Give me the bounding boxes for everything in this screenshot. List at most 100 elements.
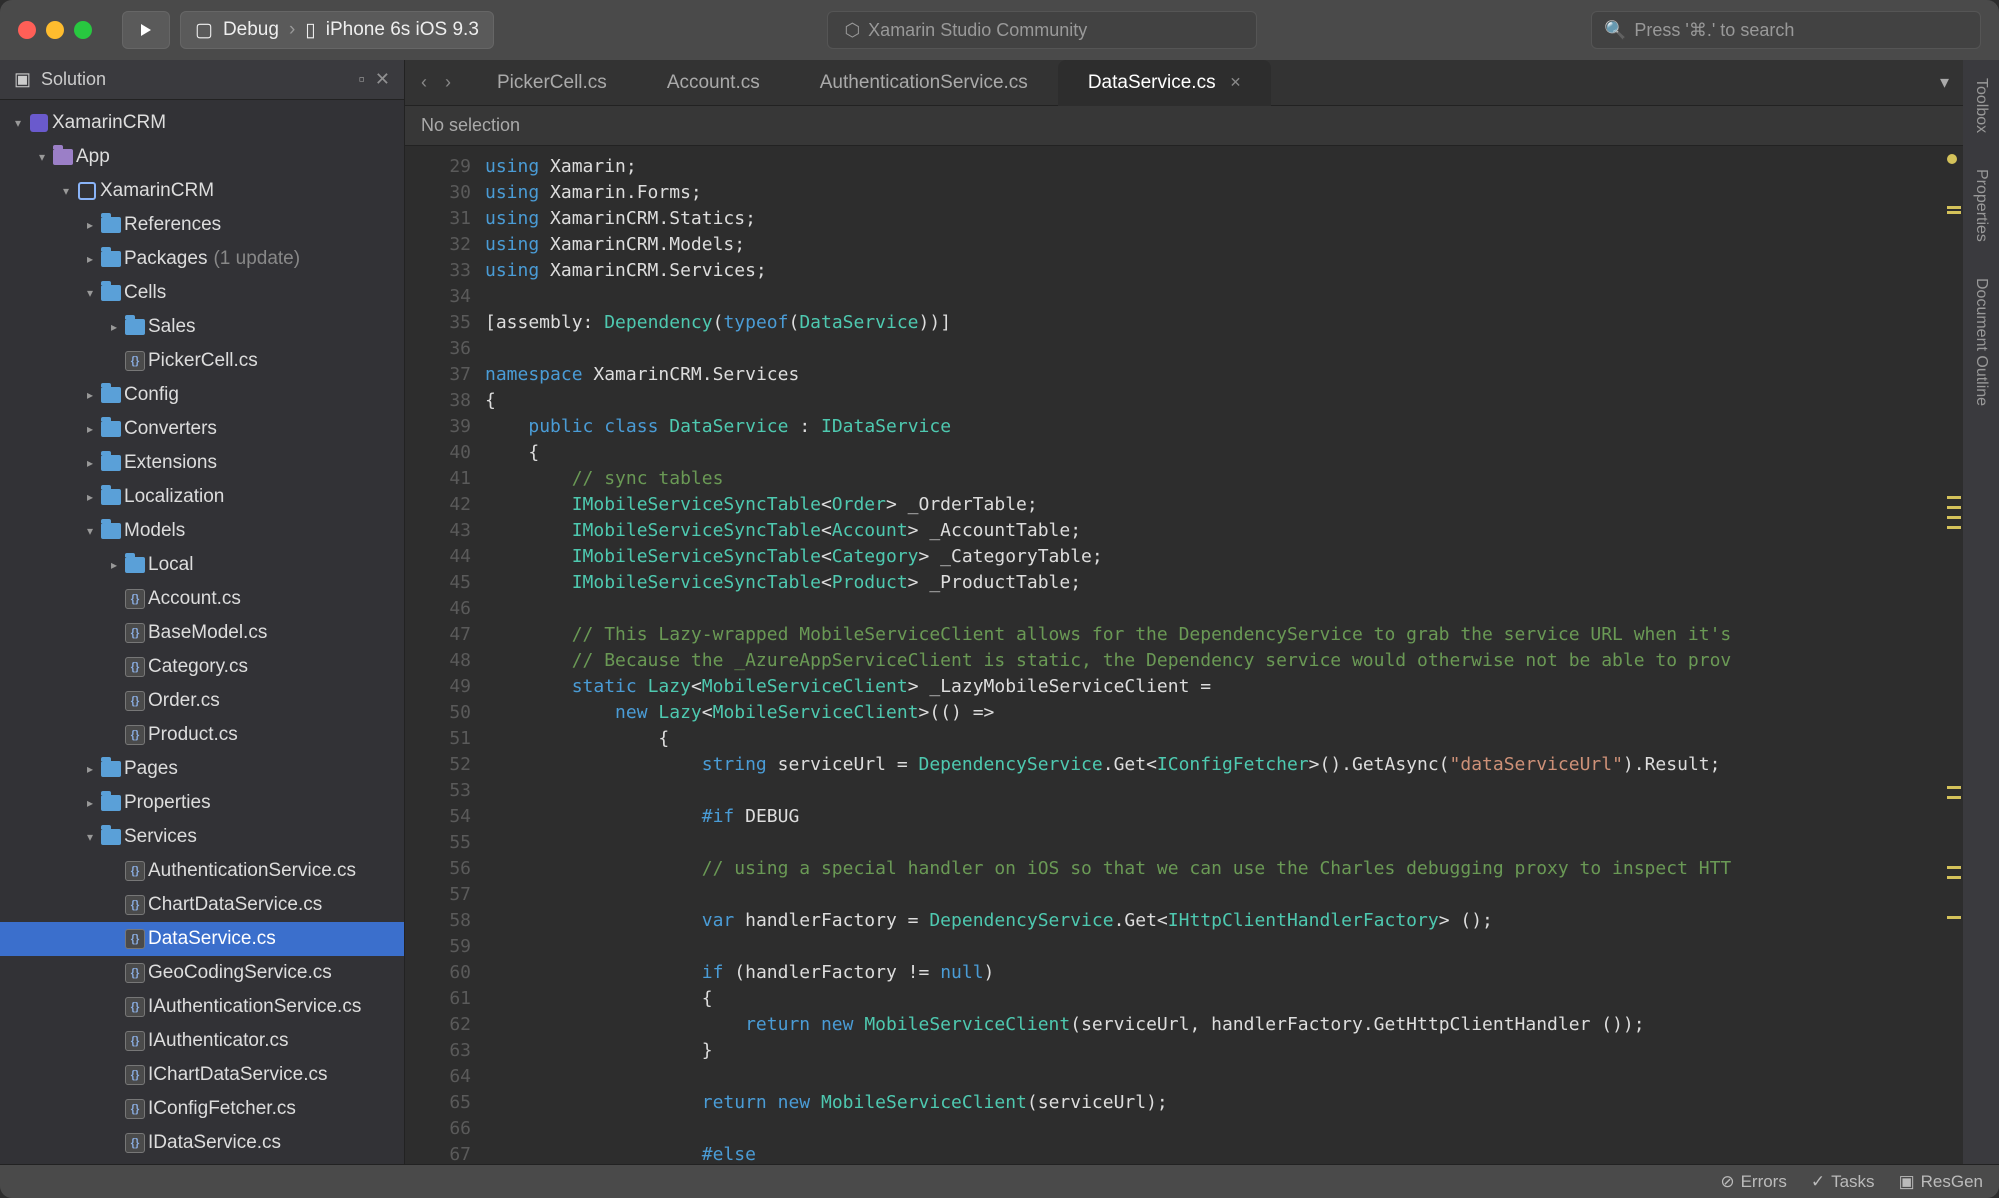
- tab-account-cs[interactable]: Account.cs: [637, 60, 790, 106]
- status-resgen[interactable]: ▣ ResGen: [1899, 1172, 1983, 1192]
- tree-item-ichartdataservice-cs[interactable]: {}IChartDataService.cs: [0, 1058, 404, 1092]
- tree-item-iauthenticationservice-cs[interactable]: {}IAuthenticationService.cs: [0, 990, 404, 1024]
- tree-item-label: Local: [148, 554, 193, 576]
- csharp-file-icon: {}: [122, 1099, 148, 1119]
- chevron-down-icon[interactable]: ▾: [82, 830, 98, 844]
- tab-overflow-button[interactable]: ▾: [1926, 72, 1963, 93]
- tree-item-label: IConfigFetcher.cs: [148, 1098, 296, 1120]
- tree-item-label: BaseModel.cs: [148, 622, 267, 644]
- device-label: iPhone 6s iOS 9.3: [326, 19, 479, 41]
- tree-item-label: Pages: [124, 758, 178, 780]
- close-window-button[interactable]: [18, 21, 36, 39]
- chevron-right-icon[interactable]: ▸: [106, 320, 122, 334]
- dock-properties[interactable]: Properties: [1972, 161, 1990, 250]
- chevron-down-icon[interactable]: ▾: [82, 286, 98, 300]
- tree-item-basemodel-cs[interactable]: {}BaseModel.cs: [0, 616, 404, 650]
- tree-item-category-cs[interactable]: {}Category.cs: [0, 650, 404, 684]
- tab-pickercell-cs[interactable]: PickerCell.cs: [467, 60, 637, 106]
- tree-item-iauthenticator-cs[interactable]: {}IAuthenticator.cs: [0, 1024, 404, 1058]
- close-tab-icon[interactable]: ✕: [1230, 74, 1242, 91]
- chevron-right-icon[interactable]: ▸: [106, 558, 122, 572]
- solution-tree[interactable]: ▾XamarinCRM▾App▾XamarinCRM▸References▸Pa…: [0, 100, 404, 1164]
- tree-item-converters[interactable]: ▸Converters: [0, 412, 404, 446]
- chevron-down-icon[interactable]: ▾: [82, 524, 98, 538]
- chevron-right-icon[interactable]: ▸: [82, 252, 98, 266]
- sidebar-header: ▣ Solution ▫ ✕: [0, 60, 404, 100]
- tree-item-models[interactable]: ▾ Models: [0, 514, 404, 548]
- tree-item-authenticationservice-cs[interactable]: {}AuthenticationService.cs: [0, 854, 404, 888]
- tree-item-references[interactable]: ▸References: [0, 208, 404, 242]
- minimize-window-button[interactable]: [46, 21, 64, 39]
- minimap[interactable]: [1939, 146, 1963, 1164]
- chevron-right-icon[interactable]: ▸: [82, 388, 98, 402]
- chevron-right-icon[interactable]: ▸: [82, 422, 98, 436]
- csharp-file-icon: {}: [122, 657, 148, 677]
- tree-item-localization[interactable]: ▸Localization: [0, 480, 404, 514]
- csharp-file-icon: {}: [122, 997, 148, 1017]
- dock-document-outline[interactable]: Document Outline: [1972, 270, 1990, 414]
- maximize-window-button[interactable]: [74, 21, 92, 39]
- tab-dataservice-cs[interactable]: DataService.cs✕: [1058, 60, 1272, 106]
- chevron-down-icon[interactable]: ▾: [10, 116, 26, 130]
- tree-item-idataservice-cs[interactable]: {}IDataService.cs: [0, 1126, 404, 1160]
- chevron-right-icon[interactable]: ▸: [82, 456, 98, 470]
- csharp-file-icon: {}: [122, 623, 148, 643]
- tree-item-label: ChartDataService.cs: [148, 894, 322, 916]
- tree-item-properties[interactable]: ▸ Properties: [0, 786, 404, 820]
- status-tasks[interactable]: ✓ Tasks: [1811, 1172, 1875, 1192]
- tree-item-packages[interactable]: ▸Packages(1 update): [0, 242, 404, 276]
- chevron-right-icon[interactable]: ▸: [82, 796, 98, 810]
- tree-item-label: Account.cs: [148, 588, 241, 610]
- run-button[interactable]: [122, 11, 170, 49]
- tree-item-extensions[interactable]: ▸Extensions: [0, 446, 404, 480]
- csharp-file-icon: {}: [122, 895, 148, 915]
- tree-item-cells[interactable]: ▾Cells: [0, 276, 404, 310]
- tree-item-product-cs[interactable]: {}Product.cs: [0, 718, 404, 752]
- folder-icon: [98, 489, 124, 505]
- chevron-down-icon[interactable]: ▾: [58, 184, 74, 198]
- folder-icon: [98, 523, 124, 539]
- tree-item-pages[interactable]: ▸ Pages: [0, 752, 404, 786]
- chevron-right-icon[interactable]: ▸: [82, 762, 98, 776]
- tree-item-dataservice-cs[interactable]: {}DataService.cs: [0, 922, 404, 956]
- breadcrumb-bar[interactable]: No selection: [405, 106, 1963, 146]
- tree-item-sales[interactable]: ▸Sales: [0, 310, 404, 344]
- csharp-file-icon: {}: [122, 351, 148, 371]
- chevron-right-icon[interactable]: ▸: [82, 218, 98, 232]
- tree-item-account-cs[interactable]: {}Account.cs: [0, 582, 404, 616]
- status-errors[interactable]: ⊘ Errors: [1720, 1172, 1787, 1192]
- tree-item-iconfigfetcher-cs[interactable]: {}IConfigFetcher.cs: [0, 1092, 404, 1126]
- tree-item-xamarincrm[interactable]: ▾XamarinCRM: [0, 174, 404, 208]
- chevron-right-icon[interactable]: ▸: [82, 490, 98, 504]
- tree-item-order-cs[interactable]: {}Order.cs: [0, 684, 404, 718]
- titlebar: ▢ Debug › ▯ iPhone 6s iOS 9.3 ⬡ Xamarin …: [0, 0, 1999, 60]
- tree-item-local[interactable]: ▸ Local: [0, 548, 404, 582]
- folder-icon: [122, 319, 148, 335]
- tree-item-label: Models: [124, 520, 185, 542]
- close-icon[interactable]: ✕: [375, 69, 390, 90]
- global-search[interactable]: 🔍 Press '⌘.' to search: [1591, 11, 1981, 49]
- line-gutter: 2930313233343536373839404142434445464748…: [405, 146, 485, 1164]
- tree-item-chartdataservice-cs[interactable]: {}ChartDataService.cs: [0, 888, 404, 922]
- code-editor[interactable]: using Xamarin;using Xamarin.Forms;using …: [485, 146, 1939, 1164]
- run-configuration[interactable]: ▢ Debug › ▯ iPhone 6s iOS 9.3: [180, 11, 494, 49]
- nav-forward-button[interactable]: ›: [439, 68, 457, 97]
- dock-toolbox[interactable]: Toolbox: [1972, 70, 1990, 141]
- tab-label: Account.cs: [667, 72, 760, 94]
- tab-label: AuthenticationService.cs: [820, 72, 1028, 94]
- error-icon: ⊘: [1720, 1172, 1734, 1192]
- tree-item-label: Properties: [124, 792, 211, 814]
- nav-back-button[interactable]: ‹: [415, 68, 433, 97]
- tree-item-services[interactable]: ▾Services: [0, 820, 404, 854]
- chevron-down-icon[interactable]: ▾: [34, 150, 50, 164]
- folder-icon: [50, 149, 76, 165]
- tree-item-app[interactable]: ▾App: [0, 140, 404, 174]
- undock-icon[interactable]: ▫: [359, 69, 365, 90]
- folder-icon: [98, 455, 124, 471]
- folder-icon: [98, 251, 124, 267]
- tab-authenticationservice-cs[interactable]: AuthenticationService.cs: [790, 60, 1058, 106]
- tree-item-xamarincrm[interactable]: ▾XamarinCRM: [0, 106, 404, 140]
- tree-item-config[interactable]: ▸Config: [0, 378, 404, 412]
- tree-item-pickercell-cs[interactable]: {}PickerCell.cs: [0, 344, 404, 378]
- tree-item-geocodingservice-cs[interactable]: {}GeoCodingService.cs: [0, 956, 404, 990]
